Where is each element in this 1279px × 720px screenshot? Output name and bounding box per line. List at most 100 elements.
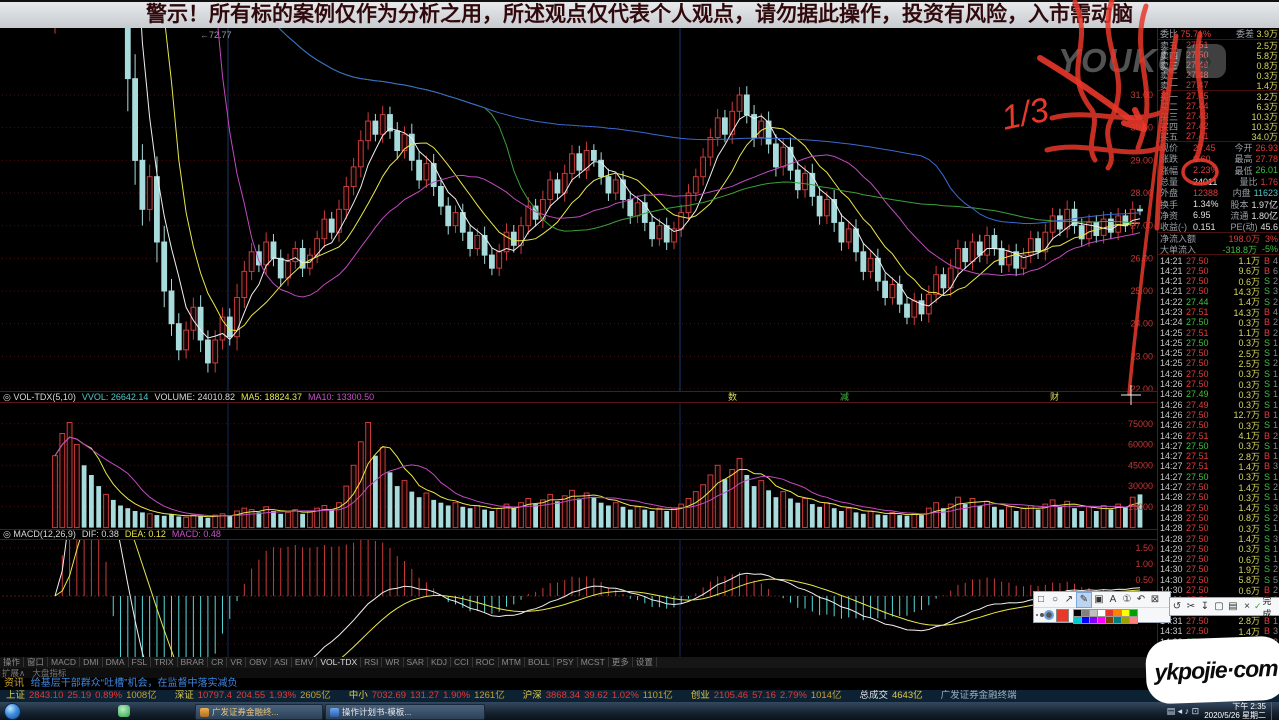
- action-5-icon[interactable]: ×: [1240, 600, 1254, 614]
- tool-7-icon[interactable]: ↶: [1134, 593, 1148, 607]
- indicator-param: MACD: 0.48: [172, 529, 221, 539]
- doc-app-label: 操作计划书-模板...: [342, 706, 411, 719]
- tick-row: 14:2927.500.3万S1: [1158, 544, 1279, 554]
- action-2-icon[interactable]: ↧: [1198, 600, 1212, 614]
- index-创业[interactable]: 创业2105.4657.162.79%1014亿: [691, 690, 846, 701]
- site-watermark: ykpojie·com: [1145, 636, 1279, 705]
- taskbar-app-doc[interactable]: 操作计划书-模板...: [325, 704, 485, 720]
- action-4-icon[interactable]: ▤: [1226, 600, 1240, 614]
- action-1-icon[interactable]: ✂: [1184, 600, 1198, 614]
- tool-3-icon[interactable]: ✎: [1076, 592, 1092, 608]
- svg-text:30.00: 30.00: [1130, 123, 1153, 133]
- macd-indicator-header[interactable]: ◎ MACD(12,26,9)DIF: 0.38DEA: 0.12MACD: 0…: [0, 529, 1160, 539]
- indicator-tab-PSY[interactable]: PSY: [554, 657, 578, 667]
- indicator-tab-RSI[interactable]: RSI: [361, 657, 382, 667]
- indicator-tab-ROC[interactable]: ROC: [473, 657, 499, 667]
- tool-2-icon[interactable]: ↗: [1062, 593, 1076, 607]
- action-0-icon[interactable]: ↺: [1170, 600, 1184, 614]
- indicator-tab-CR[interactable]: CR: [208, 657, 227, 667]
- indicator-param: DIF: 0.38: [82, 529, 119, 539]
- expand-row[interactable]: 扩展∧ 大盘指标: [0, 668, 1279, 678]
- indicator-tab-TRIX[interactable]: TRIX: [151, 657, 177, 667]
- ask-row[interactable]: 卖一27.471.4万: [1158, 80, 1279, 90]
- color-palette[interactable]: [1073, 609, 1136, 622]
- indicator-tab-窗口[interactable]: 窗口: [24, 657, 48, 667]
- index-深证[interactable]: 深证10797.4204.551.93%2605亿: [175, 690, 335, 701]
- tool-0-icon[interactable]: □: [1034, 593, 1048, 607]
- start-button[interactable]: [4, 703, 21, 720]
- indicator-tab-WR[interactable]: WR: [382, 657, 403, 667]
- indicator-tab-SAR[interactable]: SAR: [404, 657, 428, 667]
- indicator-tab-更多[interactable]: 更多: [609, 657, 633, 667]
- thickness-large[interactable]: [1046, 612, 1052, 618]
- browser-icon[interactable]: [118, 705, 130, 717]
- index-沪深[interactable]: 沪深3868.3439.621.02%1101亿: [523, 690, 677, 701]
- indicator-tab-DMI[interactable]: DMI: [80, 657, 103, 667]
- annotation-toolbar: □○↗✎▣A①↶⊠: [1033, 591, 1171, 623]
- tick-row: 14:2627.500.3万S1: [1158, 369, 1279, 379]
- macd-chart[interactable]: 1.501.000.50: [0, 539, 1157, 658]
- tool-5-icon[interactable]: A: [1106, 593, 1120, 607]
- system-tray[interactable]: ▤ ◂ ♪ ⊡ 下午 2:35 2020/5/26 星期二: [1167, 702, 1277, 720]
- indicator-tab-DMA[interactable]: DMA: [103, 657, 129, 667]
- tick-row: 14:2827.501.4万S3: [1158, 533, 1279, 543]
- indicator-tab-CCI[interactable]: CCI: [451, 657, 473, 667]
- indicator-tab-MCST[interactable]: MCST: [578, 657, 609, 667]
- weicha-label: 委差: [1236, 28, 1254, 40]
- indicator-tab-设置[interactable]: 设置: [633, 657, 657, 667]
- palette-color[interactable]: [1129, 616, 1138, 624]
- show-desktop-button[interactable]: [1271, 702, 1277, 720]
- taskbar-app-gf[interactable]: 广发证券金融终...: [195, 704, 323, 720]
- indicator-tab-BRAR[interactable]: BRAR: [178, 657, 209, 667]
- volume-indicator-header[interactable]: ◎ VOL-TDX(5,10)VVOL: 26642.14VOLUME: 240…: [0, 392, 1160, 402]
- tick-row: 14:2827.500.3万S1: [1158, 523, 1279, 533]
- tick-row: 14:2727.511.4万B3: [1158, 461, 1279, 471]
- market-index-bar[interactable]: 上证2843.1025.190.89%1008亿 深证10797.4204.551…: [0, 690, 1279, 702]
- thickness-medium[interactable]: [1040, 613, 1044, 617]
- tool-6-icon[interactable]: ①: [1120, 593, 1134, 607]
- volume-chart[interactable]: 7500060000450003000015000: [0, 402, 1157, 530]
- indicator-tab-MTM[interactable]: MTM: [499, 657, 525, 667]
- indicator-tab-MACD[interactable]: MACD: [48, 657, 80, 667]
- svg-text:23.00: 23.00: [1130, 351, 1153, 361]
- tick-row: 14:3027.501.9万S2: [1158, 564, 1279, 574]
- thickness-small[interactable]: [1036, 614, 1038, 616]
- check-icon: ✓: [1254, 601, 1262, 612]
- tool-1-icon[interactable]: ○: [1048, 593, 1062, 607]
- annotation-style-tools: [1034, 608, 1170, 622]
- doc-app-icon: [330, 708, 339, 717]
- tick-row: 14:2627.500.3万S1: [1158, 379, 1279, 389]
- index-中小[interactable]: 中小7032.69131.271.90%1261亿: [349, 690, 509, 701]
- indicator-tab-EMV[interactable]: EMV: [292, 657, 317, 667]
- indicator-tab-VR[interactable]: VR: [227, 657, 246, 667]
- indicator-tab-VOL-TDX[interactable]: VOL-TDX: [317, 657, 361, 667]
- tray-icons[interactable]: ▤ ◂ ♪ ⊡: [1167, 707, 1200, 716]
- indicator-tab-BOLL[interactable]: BOLL: [525, 657, 554, 667]
- index-上证[interactable]: 上证2843.1025.190.89%1008亿: [6, 690, 161, 701]
- tick-row: 14:2627.490.3万S1: [1158, 389, 1279, 399]
- news-ticker[interactable]: 资讯 给基层干部群众“吐槽”机会，在监督中落实减负: [0, 678, 1279, 690]
- tick-row: 14:2127.5014.3万S3: [1158, 286, 1279, 296]
- action-3-icon[interactable]: ▢: [1212, 600, 1226, 614]
- bid-row[interactable]: 买五27.4134.0万: [1158, 131, 1279, 141]
- svg-text:0.50: 0.50: [1135, 575, 1153, 585]
- tool-8-icon[interactable]: ⊠: [1148, 593, 1162, 607]
- candlestick-chart[interactable]: 31.0030.0029.0028.0027.0026.0025.0024.00…: [0, 28, 1157, 392]
- peak-price-marker: ←72.77: [200, 30, 232, 40]
- expand-toggle[interactable]: 扩展∧: [2, 668, 25, 678]
- news-text[interactable]: 给基层干部群众“吐槽”机会，在监督中落实减负: [31, 678, 238, 689]
- broker-name: 广发证券金融终端: [941, 690, 1017, 701]
- tick-row: 14:2627.514.1万B2: [1158, 430, 1279, 440]
- current-color-swatch[interactable]: [1056, 609, 1069, 622]
- done-button[interactable]: ✓ 完成: [1254, 594, 1279, 620]
- indicator-tab-ASI[interactable]: ASI: [271, 657, 292, 667]
- indicator-tab-FSL[interactable]: FSL: [129, 657, 152, 667]
- tick-row: 14:2527.511.1万B2: [1158, 327, 1279, 337]
- event-flag: 减: [840, 392, 849, 402]
- clock[interactable]: 下午 2:35 2020/5/26 星期二: [1204, 702, 1266, 720]
- indicator-tab-KDJ[interactable]: KDJ: [428, 657, 451, 667]
- indicator-tab-操作[interactable]: 操作: [0, 657, 24, 667]
- svg-text:29.00: 29.00: [1130, 155, 1153, 165]
- tool-4-icon[interactable]: ▣: [1092, 593, 1106, 607]
- indicator-tab-OBV[interactable]: OBV: [246, 657, 271, 667]
